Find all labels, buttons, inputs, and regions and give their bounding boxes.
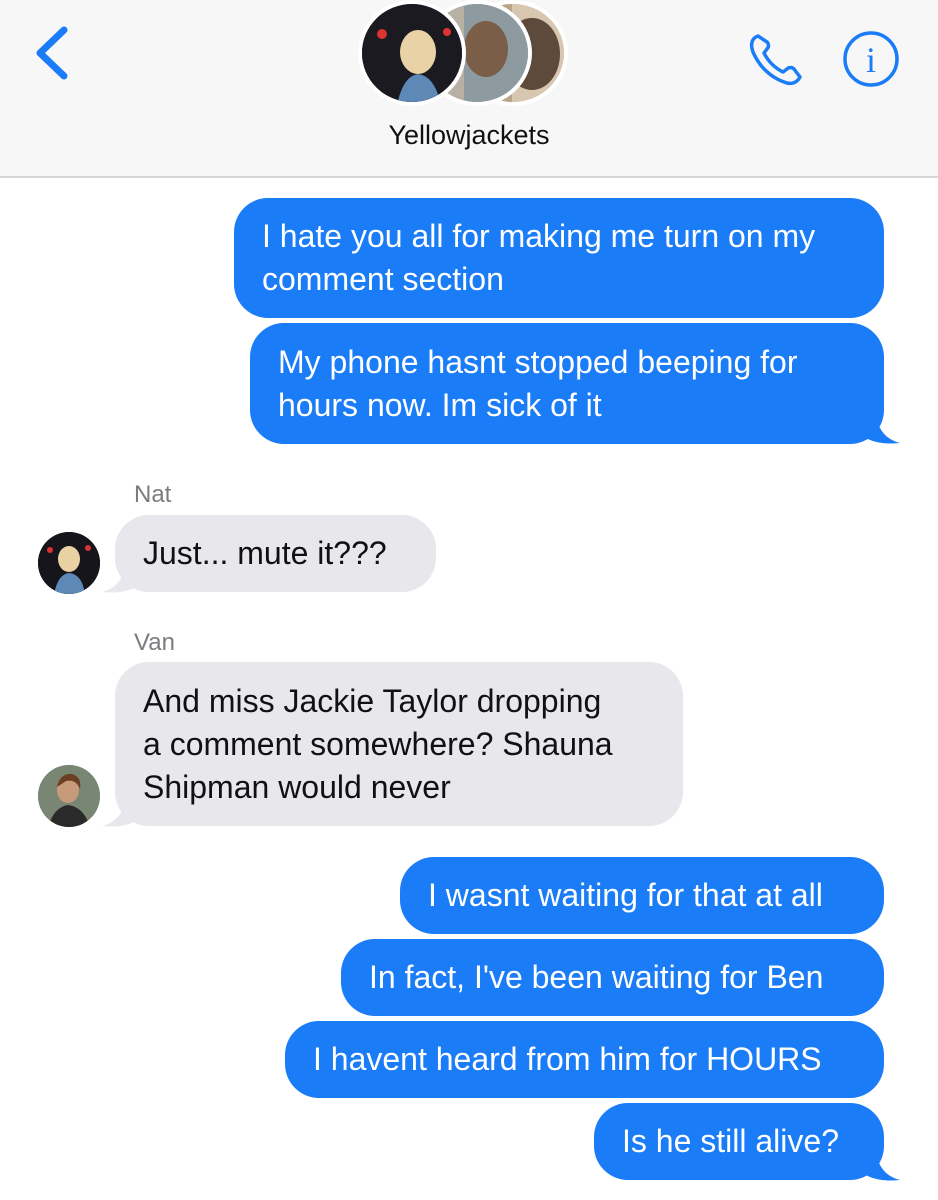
info-glyph: i [866, 40, 876, 80]
message-bubble-outgoing[interactable]: My phone hasnt stopped beeping for hours… [250, 323, 884, 444]
message-bubble-incoming[interactable]: Just... mute it??? [115, 515, 436, 592]
message-line: And miss Jackie Taylor dropping [143, 683, 602, 719]
message-bubble-outgoing[interactable]: I wasnt waiting for that at all [400, 857, 884, 934]
bubble-tail [862, 1142, 900, 1181]
message-bubble-outgoing[interactable]: In fact, I've been waiting for Ben [341, 939, 884, 1016]
sender-avatar-van[interactable] [38, 765, 100, 827]
message-line: In fact, I've been waiting for Ben [369, 959, 824, 995]
message-line: I hate you all for making me turn on my [262, 218, 816, 254]
message-line: hours now. Im sick of it [278, 387, 602, 423]
sender-name: Van [134, 629, 175, 656]
bubble-tail [862, 405, 900, 444]
chevron-left-icon[interactable] [28, 22, 78, 84]
info-icon[interactable]: i [842, 30, 900, 88]
message-line: I wasnt waiting for that at all [428, 877, 823, 913]
bubble-tail [102, 554, 140, 593]
sender-name: Nat [134, 481, 172, 508]
message-line: I havent heard from him for HOURS [313, 1041, 822, 1077]
group-member-avatar-1 [358, 0, 466, 106]
message-bubble-incoming[interactable]: And miss Jackie Taylor dropping a commen… [115, 662, 683, 826]
message-line: Just... mute it??? [143, 535, 387, 571]
group-avatars[interactable] [358, 0, 578, 106]
conversation-header: i Yellowjackets [0, 0, 938, 178]
message-line: Is he still alive? [622, 1123, 839, 1159]
message-bubble-outgoing[interactable]: Is he still alive? [594, 1103, 884, 1180]
message-line: Shipman would never [143, 769, 451, 805]
bubble-tail [102, 788, 140, 827]
phone-icon[interactable] [744, 28, 808, 88]
group-title[interactable]: Yellowjackets [0, 120, 938, 151]
message-bubble-outgoing[interactable]: I hate you all for making me turn on my … [234, 198, 884, 318]
sender-avatar-nat[interactable] [38, 532, 100, 594]
message-line: My phone hasnt stopped beeping for [278, 344, 798, 380]
message-line: a comment somewhere? Shauna [143, 726, 613, 762]
message-line: comment section [262, 261, 504, 297]
message-bubble-outgoing[interactable]: I havent heard from him for HOURS [285, 1021, 884, 1098]
